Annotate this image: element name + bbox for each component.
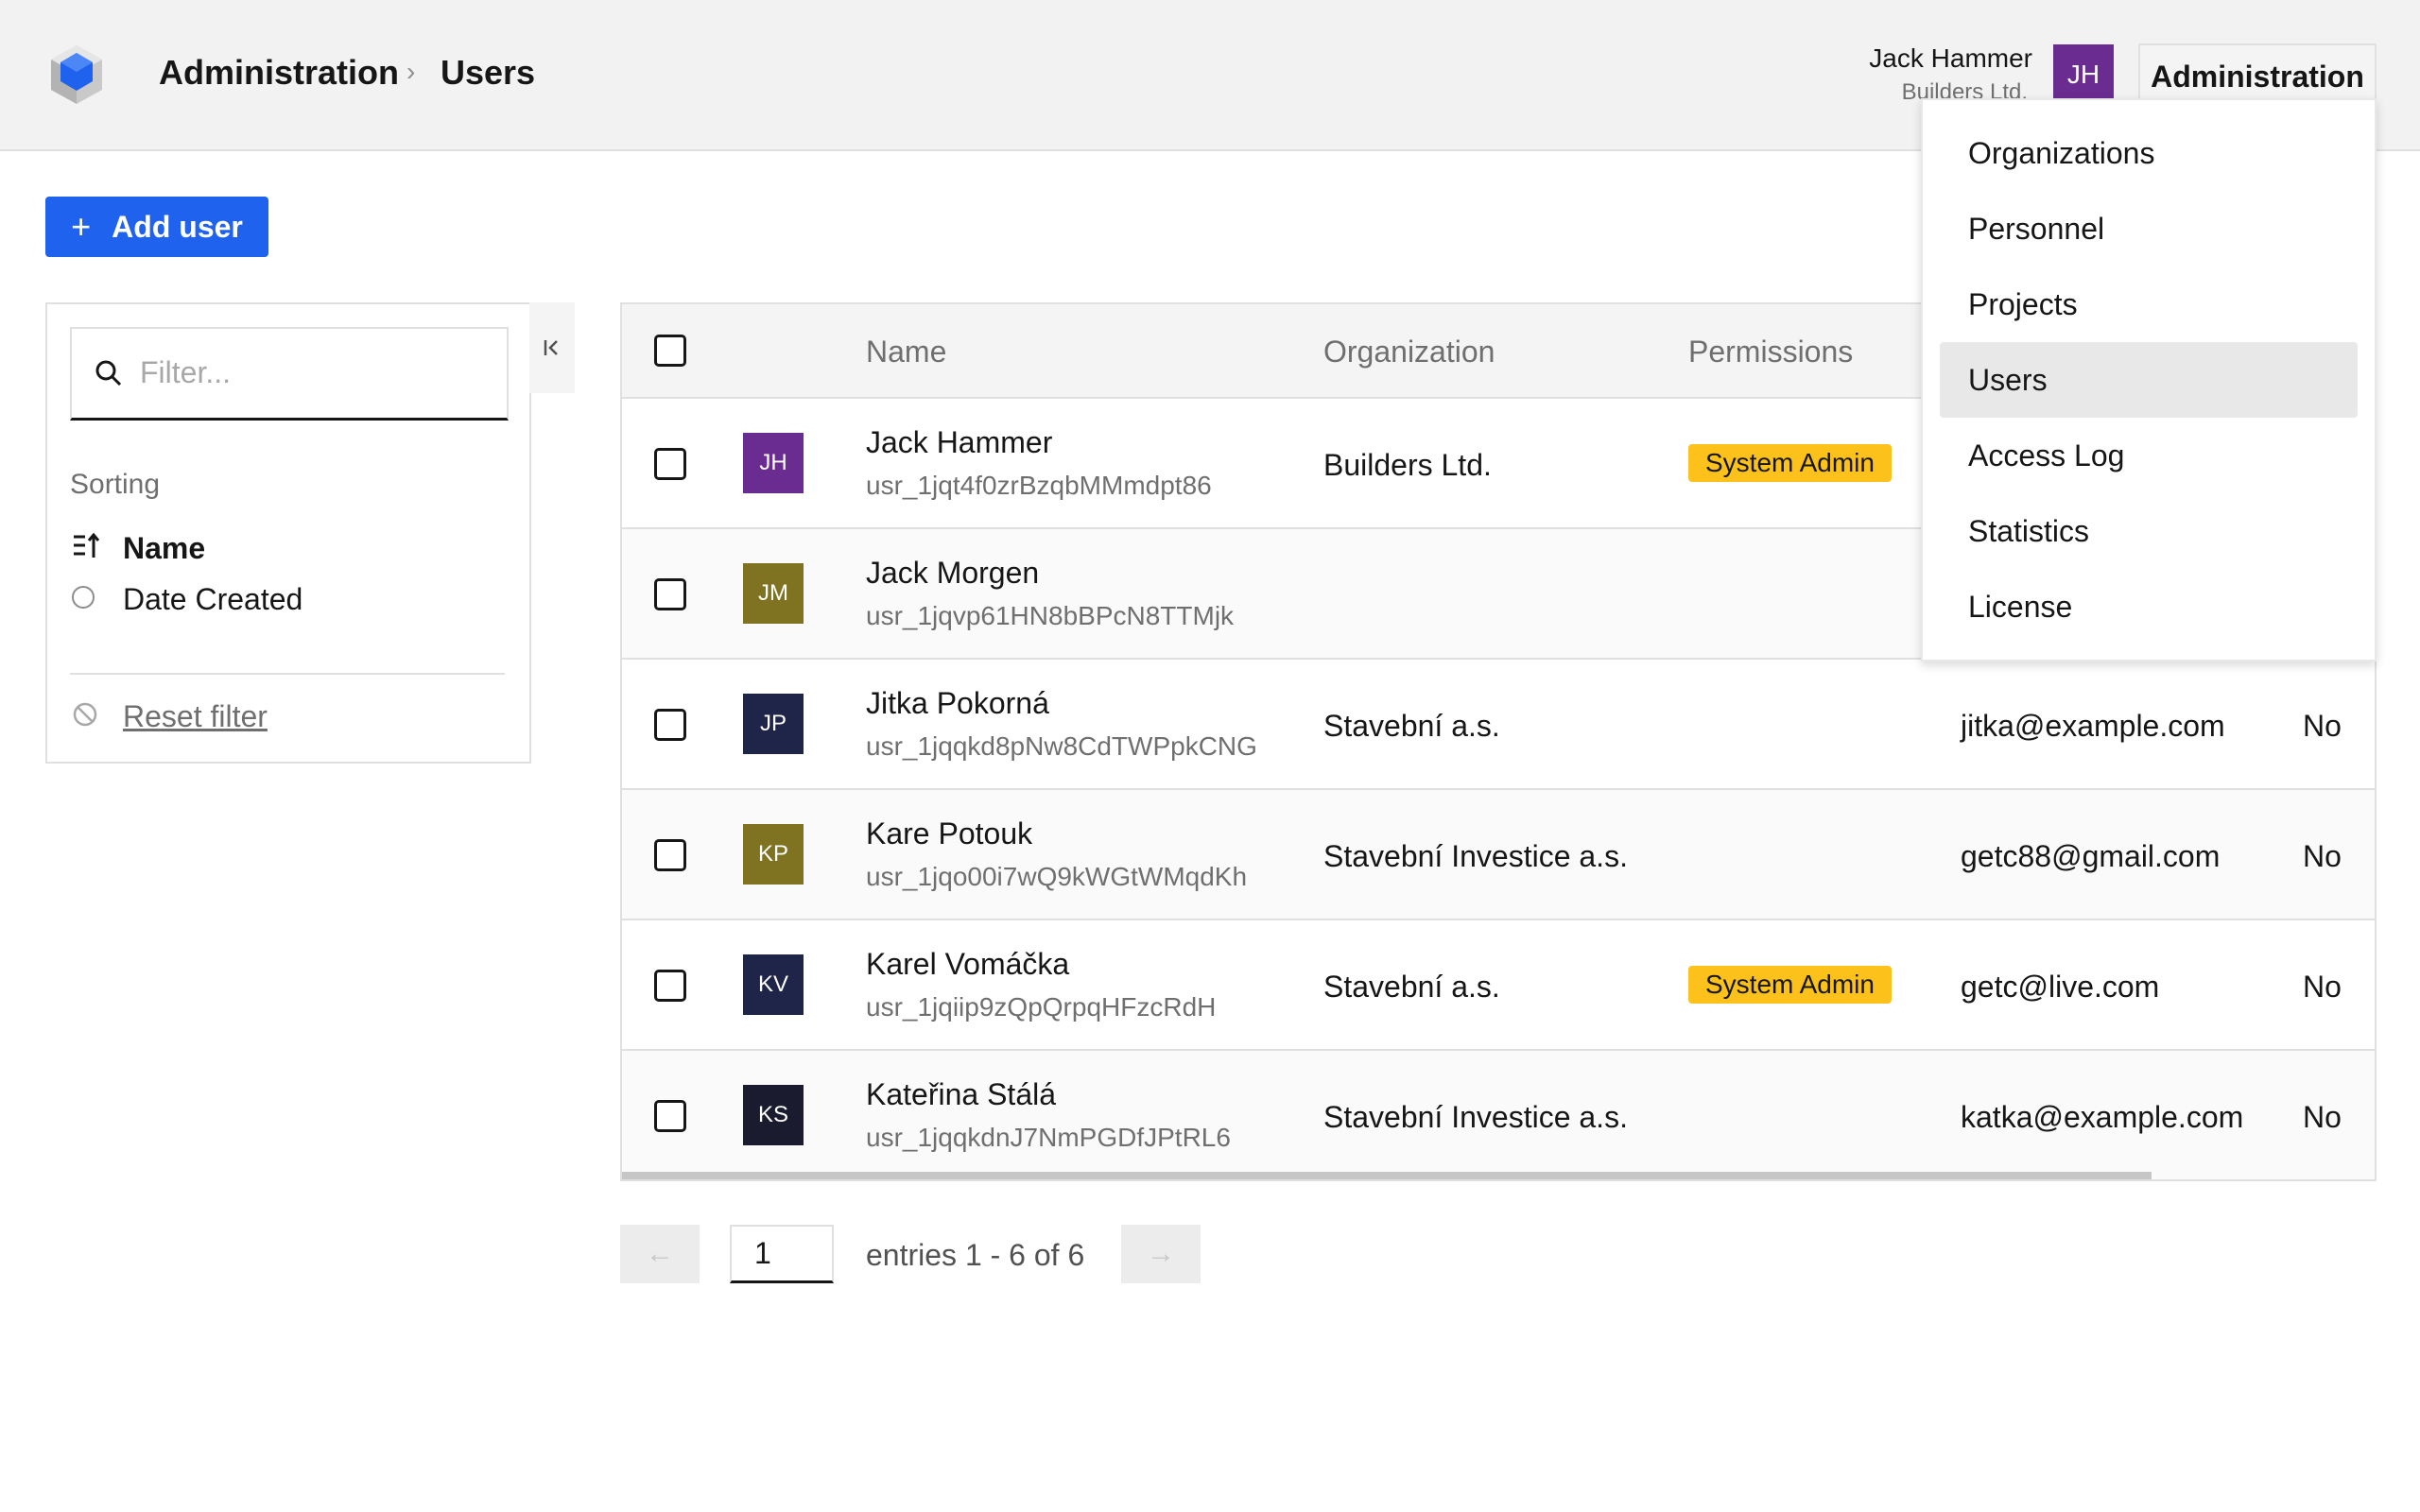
user-email: jitka@example.com [1961,709,2225,743]
user-flag: No [2303,1100,2342,1134]
prev-page-button[interactable]: ← [620,1225,700,1283]
sort-option-date-created[interactable]: Date Created [123,582,302,617]
row-checkbox[interactable] [654,839,686,871]
user-id: usr_1jqo00i7wQ9kWGtWMqdKh [866,862,1248,891]
user-organization: Stavební Investice a.s. [1323,1100,1628,1134]
user-flag: No [2303,839,2342,873]
column-header-organization[interactable]: Organization [1323,335,1495,369]
breadcrumb-chevron-icon: › [406,57,416,86]
select-all-checkbox[interactable] [654,335,686,367]
row-checkbox[interactable] [654,709,686,741]
user-avatar: JM [743,563,804,624]
current-user-org: Builders Ltd. [1901,79,2028,100]
user-name[interactable]: Kateřina Stálá [866,1077,1056,1112]
user-flag: No [2303,709,2342,743]
add-user-button[interactable]: + Add user [45,197,268,257]
current-user-avatar[interactable]: JH [2053,44,2114,105]
reset-icon [73,702,97,727]
user-avatar: JH [743,433,804,493]
sort-option-name[interactable]: Name [123,531,205,566]
user-name[interactable]: Jack Hammer [866,425,1052,460]
user-organization: Stavební Investice a.s. [1323,839,1628,873]
user-id: usr_1jqt4f0zrBzqbMMmdpt86 [866,471,1212,500]
collapse-left-icon [544,340,558,355]
table-row[interactable]: KS Kateřina Stálá usr_1jqqkdnJ7NmPGDfJPtRL… [622,1049,2375,1179]
menu-item-statistics[interactable]: Statistics [1940,493,2358,569]
sort-ascending-icon [74,533,100,558]
sidebar-divider [70,673,505,675]
user-avatar: KS [743,1085,804,1145]
add-user-label: Add user [112,209,243,244]
radio-date-created[interactable] [72,586,95,609]
table-row[interactable]: KP Kare Potouk usr_1jqo00i7wQ9kWGtWMqdKh St… [622,788,2375,920]
menu-item-personnel[interactable]: Personnel [1940,191,2358,266]
column-header-name[interactable]: Name [866,335,946,369]
menu-item-projects[interactable]: Projects [1940,266,2358,342]
user-avatar: KP [743,824,804,885]
pagination-info: entries 1 - 6 of 6 [866,1238,1085,1272]
reset-filter-link[interactable]: Reset filter [123,699,268,734]
user-email: getc@live.com [1961,970,2160,1004]
app-logo-icon[interactable] [47,43,106,108]
user-id: usr_1jqvp61HN8bBPcN8TTMjk [866,601,1235,630]
page-number-input[interactable]: 1 [730,1225,834,1283]
menu-item-license[interactable]: License [1940,569,2358,644]
user-name[interactable]: Jitka Pokorná [866,686,1049,721]
user-organization: Builders Ltd. [1323,448,1492,482]
breadcrumb-administration[interactable]: Administration [159,53,399,93]
user-name[interactable]: Jack Morgen [866,556,1039,591]
user-email: getc88@gmail.com [1961,839,2221,873]
user-id: usr_1jqqkdnJ7NmPGDfJPtRL6 [866,1123,1231,1152]
user-avatar: KV [743,954,804,1015]
filter-placeholder: Filter... [140,355,232,389]
user-name[interactable]: Karel Vomáčka [866,947,1069,982]
row-checkbox[interactable] [654,970,686,1002]
current-user-name: Jack Hammer [1869,43,2032,73]
arrow-right-icon: → [1147,1238,1175,1269]
user-avatar: JP [743,694,804,754]
system-admin-badge: System Admin [1688,444,1892,482]
arrow-left-icon: ← [646,1238,674,1269]
user-flag: No [2303,970,2342,1004]
user-id: usr_1jqqkd8pNw8CdTWPpkCNG [866,731,1257,761]
administration-dropdown-menu: Organizations Personnel Projects Users Acces… [1921,98,2377,662]
table-row[interactable]: KV Karel Vomáčka usr_1jqiip9zQpQrpqHFzcRdH… [622,919,2375,1051]
row-checkbox[interactable] [654,578,686,610]
menu-item-access-log[interactable]: Access Log [1940,418,2358,493]
column-header-permissions[interactable]: Permissions [1688,335,1853,369]
horizontal-scrollbar[interactable] [622,1172,2152,1179]
filter-input[interactable] [70,327,509,421]
sorting-label: Sorting [70,469,161,500]
row-checkbox[interactable] [654,448,686,480]
collapse-sidebar-button[interactable] [529,302,575,393]
user-name[interactable]: Kare Potouk [866,816,1032,851]
row-checkbox[interactable] [654,1100,686,1132]
menu-item-users[interactable]: Users [1940,342,2358,418]
table-row[interactable]: JP Jitka Pokorná usr_1jqqkd8pNw8CdTWPpkCNG… [622,658,2375,790]
search-icon [95,360,122,387]
user-id: usr_1jqiip9zQpQrpqHFzcRdH [866,992,1217,1022]
plus-icon: + [71,207,92,246]
next-page-button[interactable]: → [1121,1225,1201,1283]
user-organization: Stavební a.s. [1323,970,1500,1004]
breadcrumb-users: Users [441,53,536,92]
system-admin-badge: System Admin [1688,966,1892,1004]
user-email: katka@example.com [1961,1100,2244,1134]
user-organization: Stavební a.s. [1323,709,1500,743]
menu-item-organizations[interactable]: Organizations [1940,115,2358,191]
